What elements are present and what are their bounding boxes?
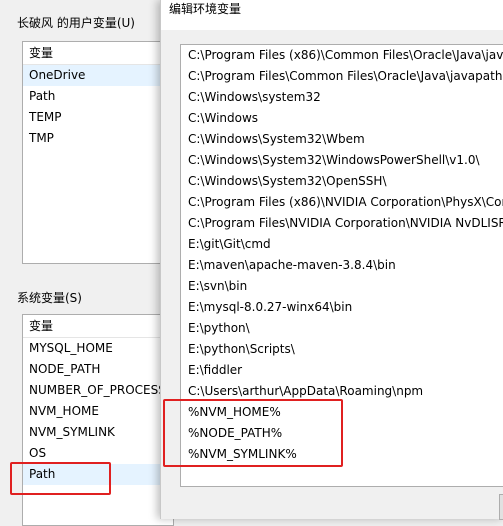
path-entry[interactable]: C:\Windows bbox=[181, 108, 503, 129]
user-variables-list[interactable]: 变量 OneDrive Path TEMP TMP bbox=[22, 41, 174, 264]
path-entry[interactable]: E:\python\Scripts\ bbox=[181, 339, 503, 360]
user-variable-row[interactable]: OneDrive bbox=[23, 65, 173, 86]
path-entry[interactable]: C:\Windows\System32\Wbem bbox=[181, 129, 503, 150]
path-entry[interactable]: C:\Users\arthur\AppData\Roaming\npm bbox=[181, 381, 503, 402]
system-variables-header[interactable]: 变量 bbox=[23, 315, 173, 338]
system-variable-row[interactable]: OS bbox=[23, 443, 173, 464]
path-entries-list[interactable]: C:\Program Files (x86)\Common Files\Orac… bbox=[180, 44, 503, 487]
path-entry[interactable]: C:\Program Files (x86)\Common Files\Orac… bbox=[181, 45, 503, 66]
path-entry[interactable]: E:\svn\bin bbox=[181, 276, 503, 297]
dialog-titlebar[interactable]: 编辑环境变量 bbox=[161, 0, 503, 30]
path-entry[interactable]: %NVM_SYMLINK% bbox=[181, 444, 503, 465]
system-variable-row[interactable]: NODE_PATH bbox=[23, 359, 173, 380]
path-entry[interactable]: C:\Program Files (x86)\NVIDIA Corporatio… bbox=[181, 192, 503, 213]
path-entry[interactable]: C:\Windows\System32\WindowsPowerShell\v1… bbox=[181, 150, 503, 171]
system-variable-row[interactable]: Path bbox=[23, 464, 173, 485]
system-variable-row[interactable]: NUMBER_OF_PROCESSORS bbox=[23, 380, 173, 401]
user-variables-label: 长破风 的用户变量(U) bbox=[17, 16, 135, 30]
path-entry[interactable]: %NODE_PATH% bbox=[181, 423, 503, 444]
system-variable-row[interactable]: MYSQL_HOME bbox=[23, 338, 173, 359]
user-variable-row[interactable]: Path bbox=[23, 86, 173, 107]
system-variable-row[interactable]: NVM_SYMLINK bbox=[23, 422, 173, 443]
dialog-button-edge[interactable] bbox=[499, 494, 503, 520]
path-entry[interactable]: E:\maven\apache-maven-3.8.4\bin bbox=[181, 255, 503, 276]
user-variable-row[interactable]: TEMP bbox=[23, 107, 173, 128]
path-entry[interactable]: E:\fiddler bbox=[181, 360, 503, 381]
system-variables-list[interactable]: 变量 MYSQL_HOMENODE_PATHNUMBER_OF_PROCESSO… bbox=[22, 314, 174, 526]
path-entry[interactable]: C:\Program Files\Common Files\Oracle\Jav… bbox=[181, 66, 503, 87]
path-entry[interactable]: C:\Windows\System32\OpenSSH\ bbox=[181, 171, 503, 192]
path-entry[interactable]: %NVM_HOME% bbox=[181, 402, 503, 423]
path-entry[interactable]: E:\mysql-8.0.27-winx64\bin bbox=[181, 297, 503, 318]
dialog-title: 编辑环境变量 bbox=[169, 2, 242, 16]
edit-environment-variable-dialog: 编辑环境变量 C:\Program Files (x86)\Common Fil… bbox=[160, 0, 503, 520]
path-entry[interactable]: C:\Program Files\NVIDIA Corporation\NVID… bbox=[181, 213, 503, 234]
path-entry[interactable]: C:\Windows\system32 bbox=[181, 87, 503, 108]
path-entry[interactable]: E:\python\ bbox=[181, 318, 503, 339]
user-variable-row[interactable]: TMP bbox=[23, 128, 173, 149]
path-entry[interactable]: E:\git\Git\cmd bbox=[181, 234, 503, 255]
system-variable-row[interactable]: NVM_HOME bbox=[23, 401, 173, 422]
system-variables-label: 系统变量(S) bbox=[17, 291, 82, 305]
user-variables-header[interactable]: 变量 bbox=[23, 42, 173, 65]
